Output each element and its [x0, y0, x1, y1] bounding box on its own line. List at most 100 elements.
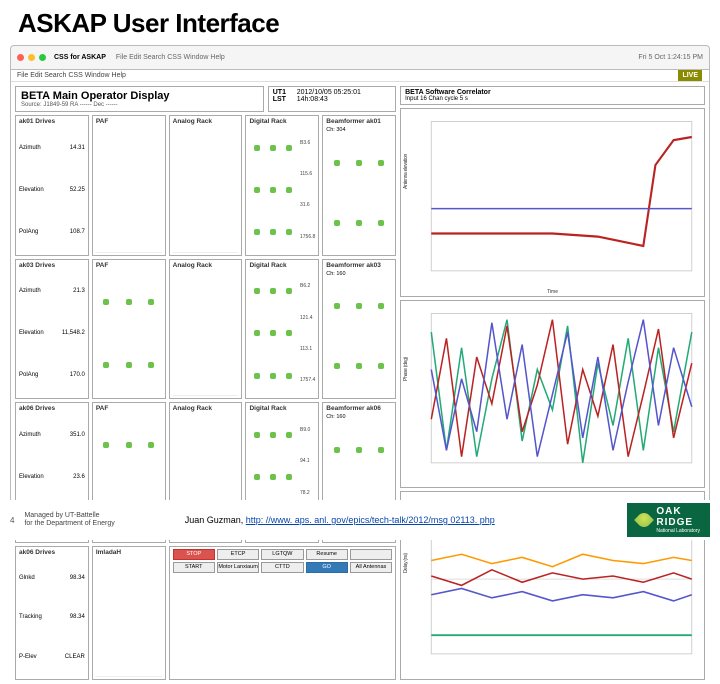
time-box: UT1 2012/10/05 05:25:01 LST 14h:08:43 [268, 86, 396, 112]
side-val: 121.4 [300, 315, 315, 321]
tile-ak01-beamformer[interactable]: Beamformer ak01 Ch: 304 [322, 115, 396, 256]
tile-ak01-drives[interactable]: ak01 Drives Azimuth14.31 Elevation52.25 … [15, 115, 89, 256]
slide-footer: 4 Managed by UT-Battelle for the Departm… [0, 500, 720, 540]
kv-label: Elevation [19, 187, 44, 193]
operator-panel: BETA Main Operator Display Source: J1849… [15, 86, 396, 680]
lgtqw-button[interactable]: LGTQW [261, 549, 303, 560]
tile-ak03-drives[interactable]: ak03 Drives Azimuth21.3 Elevation11,548.… [15, 259, 89, 400]
managed-l1: Managed by UT-Battelle [24, 512, 114, 520]
tile-title: ak01 Drives [19, 118, 85, 125]
ut1-value: 2012/10/05 05:25:01 [297, 89, 361, 96]
kv-val: 52.25 [70, 187, 85, 193]
close-icon[interactable] [17, 54, 24, 61]
zoom-icon[interactable] [39, 54, 46, 61]
kv-val: 11,548.2 [62, 330, 85, 336]
tile-title: PAF [96, 262, 162, 269]
lab-l2: RIDGE [656, 517, 693, 528]
page-number: 4 [10, 516, 14, 525]
lab-l1: OAK [656, 506, 681, 517]
kv-label: PolAng [19, 229, 38, 235]
kv-label: Azimuth [19, 432, 41, 438]
start-button[interactable]: START [173, 562, 215, 573]
tile-controls-1: STOP ETCP LGTQW Resume START Motor Lanxi… [169, 546, 396, 681]
kv-val: 170.0 [70, 372, 85, 378]
window-title: CSS for ASKAP [54, 54, 106, 61]
source-row: Source: J1849-59 RA ------ Dec ------ [21, 102, 258, 108]
tile-ak03-analog[interactable]: Analog Rack [169, 259, 243, 400]
tile-ak03-paf[interactable]: PAF [92, 259, 166, 400]
kv-label: PolAng [19, 372, 38, 378]
tile-psi[interactable]: ak06 Drives Glnkd98.34 Tracking98.34 P-E… [15, 546, 89, 681]
tile-title: Digital Rack [249, 262, 315, 269]
chart-phase[interactable]: Phase (deg) [400, 300, 705, 489]
correlator-box: BETA Software Correlator Input 16 Chan c… [400, 86, 705, 105]
credit: Juan Guzman, http: //www. aps. anl. gov/… [185, 515, 495, 525]
blank-button[interactable] [350, 549, 392, 560]
credit-link[interactable]: http: //www. aps. anl. gov/epics/tech-ta… [246, 515, 495, 525]
kv-val: 108.7 [70, 229, 85, 235]
chart-ylabel: Delay (ns) [403, 553, 409, 573]
go-button[interactable]: GO [306, 562, 348, 573]
side-val: 78.2 [300, 490, 315, 496]
tile-title: Analog Rack [173, 118, 239, 125]
credit-name: Juan Guzman, [185, 515, 246, 525]
tile-title: PAF [96, 405, 162, 412]
tile-ak03-beamformer[interactable]: Beamformer ak03Ch: 160 [322, 259, 396, 400]
kv-label: Glnkd [19, 575, 35, 581]
lst-label: LST [273, 96, 295, 103]
stop-button[interactable]: STOP [173, 549, 215, 560]
tile-title: PAF [96, 118, 162, 125]
app-menubar[interactable]: File Edit Search CSS Window Help [11, 70, 709, 82]
live-badge: LIVE [678, 70, 702, 81]
cttd-button[interactable]: CTTD [261, 562, 303, 573]
kv-val: 14.31 [70, 145, 85, 151]
tile-grid: ak01 Drives Azimuth14.31 Elevation52.25 … [15, 115, 396, 680]
tile-title: Beamformer ak03 [326, 262, 392, 269]
chart-ylabel: Phase (deg) [403, 357, 409, 381]
tile-ak01-analog[interactable]: Analog Rack [169, 115, 243, 256]
tile-ak01-digital[interactable]: Digital Rack B3.6115.631.61756.8 [245, 115, 319, 256]
tile-title: ak03 Drives [19, 262, 85, 269]
slide-title: ASKAP User Interface [0, 0, 720, 43]
kv-label: Azimuth [19, 288, 41, 294]
kv-label: Azimuth [19, 145, 41, 151]
chart-elevation[interactable]: Antenna elevation Time [400, 108, 705, 297]
tile-title: Analog Rack [173, 405, 239, 412]
plots-panel: BETA Software Correlator Input 16 Chan c… [400, 86, 705, 680]
tile-title: Digital Rack [249, 405, 315, 412]
antennas-button[interactable]: All Antennas [350, 562, 392, 573]
tile-title: Analog Rack [173, 262, 239, 269]
kv-val: 23.6 [73, 474, 85, 480]
leaf-icon [634, 510, 654, 530]
tile-title: Beamformer ak01 [326, 118, 392, 125]
resume-button[interactable]: Resume [306, 549, 348, 560]
window-clock: Fri 5 Oct 1:24:15 PM [638, 54, 703, 61]
minimize-icon[interactable] [28, 54, 35, 61]
kv-val: CLEAR [65, 654, 85, 660]
motor-button[interactable]: Motor Lanxiaum [217, 562, 259, 573]
tile-title: ak06 Drives [19, 405, 85, 412]
corr-title: BETA Software Correlator [405, 89, 700, 96]
side-val: 1757.4 [300, 377, 315, 383]
tile-imladah[interactable]: ImladaH [92, 546, 166, 681]
side-val: 1756.8 [300, 234, 315, 240]
side-val: 115.6 [300, 171, 315, 177]
main-title-box: BETA Main Operator Display Source: J1849… [15, 86, 264, 112]
tile-title: ak06 Drives [19, 549, 85, 556]
tile-ak03-digital[interactable]: Digital RackB6.2121.4113.11757.4 [245, 259, 319, 400]
tile-title: ImladaH [96, 549, 162, 556]
kv-label: Tracking [19, 614, 42, 620]
tile-ak01-paf[interactable]: PAF [92, 115, 166, 256]
window-menu[interactable]: File Edit Search CSS Window Help [116, 54, 225, 61]
etcp-button[interactable]: ETCP [217, 549, 259, 560]
kv-label: P-Elev [19, 654, 37, 660]
side-val: B3.6 [300, 140, 315, 146]
kv-label: Elevation [19, 330, 44, 336]
page-title: BETA Main Operator Display [21, 90, 258, 102]
tile-title: Beamformer ak06 [326, 405, 392, 412]
window-titlebar: CSS for ASKAP File Edit Search CSS Windo… [10, 45, 710, 70]
kv-val: 351.0 [70, 432, 85, 438]
chart-ylabel: Antenna elevation [403, 154, 409, 189]
kv-label: Elevation [19, 474, 44, 480]
side-val: B6.2 [300, 283, 315, 289]
